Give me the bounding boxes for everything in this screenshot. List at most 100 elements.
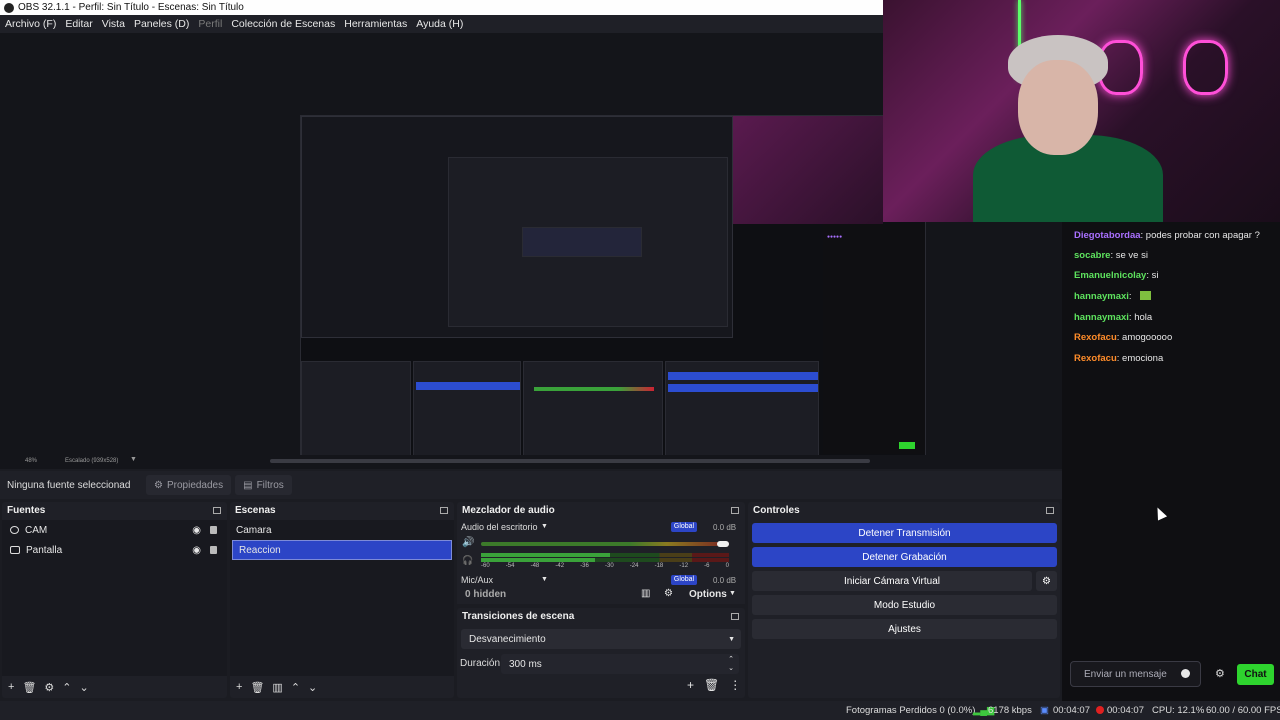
undock-icon[interactable] [731, 506, 739, 514]
mixer-title: Mezclador de audio [462, 504, 555, 516]
move-down-icon[interactable]: ⌄ [80, 681, 89, 694]
menu-paneles[interactable]: Paneles (D) [134, 18, 189, 30]
channel-db: 0.0 dB [713, 576, 737, 585]
chat-text: se ve si [1115, 250, 1148, 261]
zoom-level[interactable]: 48% [25, 458, 37, 464]
gear-icon[interactable]: ⚙ [44, 681, 54, 694]
scene-item-camara[interactable]: Camara [230, 520, 454, 540]
stop-recording-button[interactable]: Detener Grabación [752, 547, 1057, 567]
add-icon[interactable]: + [8, 681, 14, 693]
sources-list: CAM ◉ Pantalla ◉ [2, 520, 227, 676]
hidden-count[interactable]: 0 hidden [465, 589, 506, 600]
settings-button[interactable]: Ajustes [752, 619, 1057, 639]
scene-item-reaccion[interactable]: Reaccion [232, 540, 452, 560]
stop-streaming-button[interactable]: Detener Transmisión [752, 523, 1057, 543]
lock-icon[interactable] [210, 526, 217, 534]
virtual-camera-settings-icon[interactable]: ⚙ [1036, 571, 1057, 591]
menu-perfil: Perfil [198, 18, 223, 30]
filter-icon: ▤ [243, 479, 253, 491]
chat-message: hannaymaxi: hola [1074, 312, 1153, 323]
more-options-icon[interactable]: ⋮ [729, 678, 741, 692]
options-button[interactable]: Options [689, 589, 727, 600]
nested-control-btn-2 [668, 384, 818, 392]
volume-slider-handle[interactable] [717, 541, 729, 547]
menu-archivo[interactable]: Archivo (F) [5, 18, 56, 30]
chat-message-input[interactable]: Enviar un mensaje [1070, 661, 1201, 687]
chevron-down-icon[interactable]: ▼ [130, 456, 137, 463]
duration-label: Duración [460, 658, 501, 669]
undock-icon[interactable] [1046, 506, 1054, 514]
studio-mode-button[interactable]: Modo Estudio [752, 595, 1057, 615]
chat-send-button[interactable]: Chat [1237, 664, 1274, 685]
transition-select[interactable]: Desvanecimiento ▼ [461, 629, 741, 649]
properties-bar: Ninguna fuente seleccionad ⚙ Propiedades … [0, 471, 1062, 499]
monitor-icon [10, 546, 20, 554]
global-badge: Global [671, 575, 697, 585]
add-icon[interactable]: + [687, 678, 694, 692]
tick-label: -42 [555, 563, 565, 569]
trash-icon[interactable]: 🗑 [704, 678, 719, 692]
stream-time: 00:04:07 [1053, 705, 1090, 716]
undock-icon[interactable] [731, 612, 739, 620]
channel-db: 0.0 dB [713, 523, 737, 532]
menu-ayuda[interactable]: Ayuda (H) [416, 18, 463, 30]
nested-chat-line: ●●●●● [827, 234, 843, 240]
move-up-icon[interactable]: ⌃ [291, 681, 300, 694]
chat-settings-icon[interactable]: ⚙ [1215, 667, 1225, 680]
visibility-eye-icon[interactable]: ◉ [192, 525, 201, 536]
visibility-eye-icon[interactable]: ◉ [192, 545, 201, 556]
trash-icon[interactable]: 🗑 [22, 681, 36, 694]
speaker-icon[interactable]: 🔊 [462, 537, 474, 548]
duration-spinbox[interactable]: 300 ms ⌃ ⌄ [501, 654, 739, 674]
move-up-icon[interactable]: ⌃ [62, 681, 71, 694]
chat-text: si [1151, 270, 1159, 281]
chat-input-placeholder: Enviar un mensaje [1084, 669, 1167, 680]
properties-button[interactable]: ⚙ Propiedades [146, 475, 232, 495]
filters-button[interactable]: ▤ Filtros [235, 475, 292, 495]
chat-text: amogooooo [1122, 332, 1173, 343]
volume-slider[interactable] [481, 542, 729, 546]
stepper-icon[interactable]: ⌃ ⌄ [728, 655, 734, 673]
nested-obs-mixer [522, 227, 642, 257]
undock-icon[interactable] [440, 506, 448, 514]
menu-herramientas[interactable]: Herramientas [344, 18, 407, 30]
tick-label: -30 [604, 563, 614, 569]
menu-vista[interactable]: Vista [102, 18, 125, 30]
chat-message: Rexofacu: amogooooo [1074, 332, 1173, 343]
monitor-audio-icon[interactable]: 🎧 [462, 555, 473, 566]
menu-bar: Archivo (F) Editar Vista Paneles (D) Per… [0, 15, 883, 33]
preview-scrollbar[interactable] [270, 459, 870, 463]
source-item-cam[interactable]: CAM ◉ [2, 520, 227, 540]
nested-sources-dock [301, 361, 411, 461]
nested-webcam [733, 116, 883, 224]
menu-coleccion-escenas[interactable]: Colección de Escenas [231, 18, 335, 30]
add-icon[interactable]: + [236, 681, 242, 693]
undock-icon[interactable] [213, 506, 221, 514]
scene-filter-icon[interactable]: ▥ [272, 681, 282, 694]
emoji-icon[interactable] [1181, 669, 1190, 678]
nested-chat-button [899, 442, 915, 449]
nested-obs-capture [301, 116, 733, 338]
scenes-list: Camara Reaccion [230, 520, 454, 676]
preview-zoom-bar: 48% Escalado (939x528) ▼ [0, 455, 1062, 469]
chat-message: Emanuelnicolay: si [1074, 270, 1159, 281]
trash-icon[interactable]: 🗑 [250, 681, 264, 694]
chevron-down-icon[interactable]: ▼ [541, 576, 548, 583]
nested-mixer-dock [523, 361, 663, 461]
tick-label: -54 [505, 563, 515, 569]
audio-meter [481, 558, 729, 562]
window-titlebar: OBS 32.1.1 - Perfil: Sin Título - Escena… [0, 0, 883, 15]
lock-icon[interactable] [210, 546, 217, 554]
chevron-down-icon[interactable]: ▼ [729, 590, 736, 597]
start-virtual-camera-button[interactable]: Iniciar Cámara Virtual [752, 571, 1032, 591]
chat-username: Emanuelnicolay [1074, 270, 1147, 281]
source-item-pantalla[interactable]: Pantalla ◉ [2, 540, 227, 560]
mixer-settings-icon[interactable]: ⚙ [664, 588, 673, 599]
move-down-icon[interactable]: ⌄ [308, 681, 317, 694]
nested-controls-dock [665, 361, 819, 461]
chevron-down-icon[interactable]: ▼ [541, 523, 548, 530]
menu-editar[interactable]: Editar [65, 18, 92, 30]
preview-canvas[interactable]: ●●●●● [300, 115, 926, 467]
dropped-frames: Fotogramas Perdidos 0 (0.0%) [846, 705, 976, 716]
layout-icon[interactable]: ▥ [641, 588, 650, 599]
